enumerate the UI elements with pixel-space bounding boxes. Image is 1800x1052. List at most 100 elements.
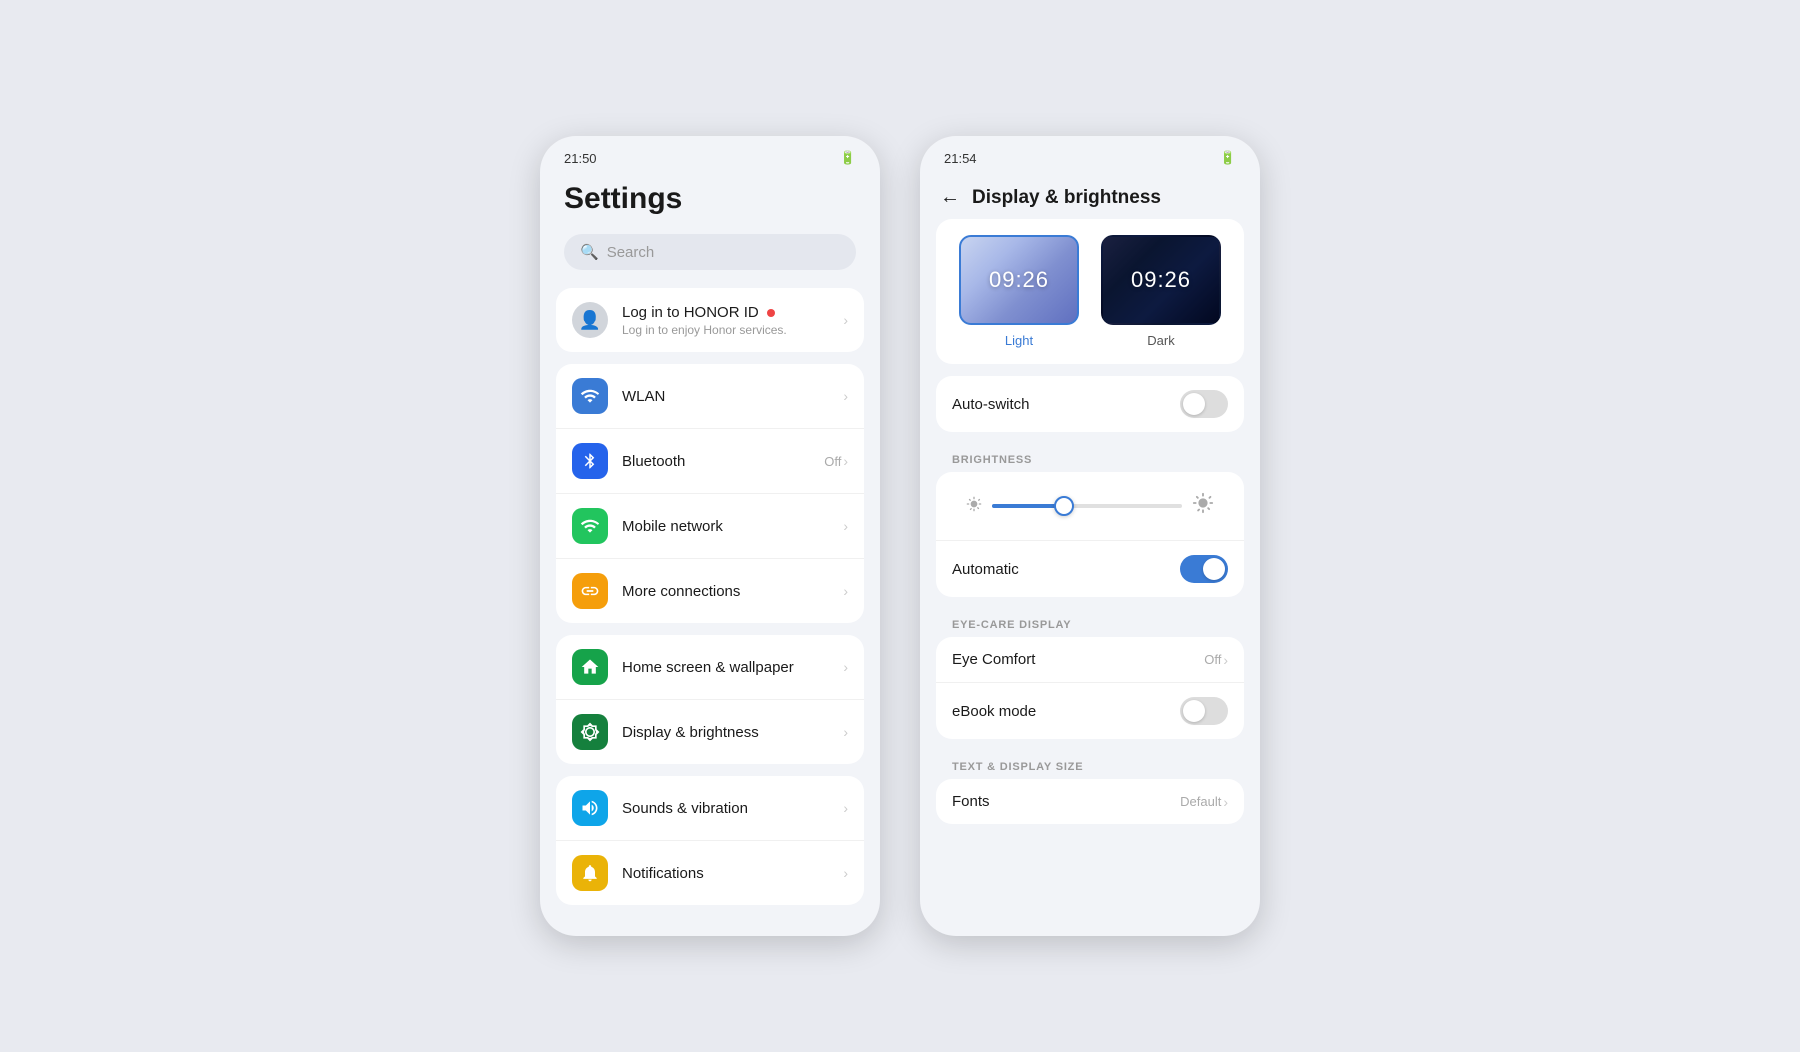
- bluetooth-status: Off: [824, 454, 841, 469]
- account-card: 👤 Log in to HONOR ID Log in to enjoy Hon…: [556, 288, 864, 352]
- home-screen-content: Home screen & wallpaper: [622, 659, 843, 676]
- theme-dark-label: Dark: [1147, 333, 1174, 348]
- display-phone: 21:54 🔋 ← Display & brightness 09:26 Lig…: [920, 136, 1260, 936]
- home-screen-label: Home screen & wallpaper: [622, 659, 843, 676]
- auto-switch-item: Auto-switch: [936, 376, 1244, 432]
- display-brightness-item[interactable]: Display & brightness ›: [556, 700, 864, 764]
- bluetooth-right: Off ›: [824, 453, 848, 469]
- sounds-label: Sounds & vibration: [622, 800, 843, 817]
- time-right: 21:54: [944, 151, 977, 166]
- mobile-network-content: Mobile network: [622, 518, 843, 535]
- notifications-content: Notifications: [622, 865, 843, 882]
- sounds-icon: [572, 790, 608, 826]
- automatic-knob: [1203, 558, 1225, 580]
- home-screen-item[interactable]: Home screen & wallpaper ›: [556, 635, 864, 700]
- honor-id-content: Log in to HONOR ID Log in to enjoy Honor…: [622, 304, 843, 337]
- more-connections-chevron: ›: [843, 583, 848, 599]
- brightness-slider-track[interactable]: [992, 504, 1182, 508]
- theme-dark-option[interactable]: 09:26 Dark: [1098, 235, 1224, 348]
- network-group-card: WLAN › Bluetooth Off ›: [556, 364, 864, 623]
- bluetooth-chevron: ›: [843, 453, 848, 469]
- display-brightness-chevron: ›: [843, 724, 848, 740]
- status-bar-left: 21:50 🔋: [540, 136, 880, 172]
- brightness-slider-item: [936, 472, 1244, 541]
- bluetooth-content: Bluetooth: [622, 453, 824, 470]
- theme-light-label: Light: [1005, 333, 1033, 348]
- time-left: 21:50: [564, 151, 597, 166]
- notifications-chevron: ›: [843, 865, 848, 881]
- brightness-high-icon: [1192, 492, 1214, 520]
- notification-dot: [767, 309, 775, 317]
- text-display-card: Fonts Default ›: [936, 779, 1244, 824]
- ebook-toggle[interactable]: [1180, 697, 1228, 725]
- fonts-value: Default: [1180, 794, 1221, 809]
- display-brightness-label: Display & brightness: [622, 724, 843, 741]
- status-bar-right: 21:54 🔋: [920, 136, 1260, 172]
- ebook-mode-item: eBook mode: [936, 683, 1244, 739]
- notifications-item[interactable]: Notifications ›: [556, 841, 864, 905]
- more-connections-icon: [572, 573, 608, 609]
- notifications-icon: [572, 855, 608, 891]
- battery-icon-left: 🔋: [840, 150, 856, 166]
- settings-phone: 21:50 🔋 Settings 🔍 Search 👤 Log in to HO…: [540, 136, 880, 936]
- wlan-icon: [572, 378, 608, 414]
- eye-comfort-right: Off ›: [1204, 652, 1228, 668]
- automatic-label: Automatic: [952, 561, 1180, 578]
- audio-group-card: Sounds & vibration › Notifications ›: [556, 776, 864, 905]
- display-brightness-icon: [572, 714, 608, 750]
- eye-comfort-value: Off: [1204, 652, 1221, 667]
- back-button[interactable]: ←: [940, 186, 960, 209]
- bluetooth-item[interactable]: Bluetooth Off ›: [556, 429, 864, 494]
- automatic-toggle[interactable]: [1180, 555, 1228, 583]
- eye-care-card: Eye Comfort Off › eBook mode: [936, 637, 1244, 739]
- more-connections-label: More connections: [622, 583, 843, 600]
- wlan-content: WLAN: [622, 388, 843, 405]
- theme-light-option[interactable]: 09:26 Light: [956, 235, 1082, 348]
- more-connections-content: More connections: [622, 583, 843, 600]
- wlan-label: WLAN: [622, 388, 843, 405]
- search-bar[interactable]: 🔍 Search: [564, 234, 856, 270]
- automatic-item: Automatic: [936, 541, 1244, 597]
- brightness-slider-thumb: [1054, 496, 1074, 516]
- fonts-label: Fonts: [952, 793, 1180, 810]
- display-page-title: Display & brightness: [972, 187, 1161, 209]
- fonts-chevron: ›: [1223, 794, 1228, 810]
- fonts-right: Default ›: [1180, 794, 1228, 810]
- home-screen-icon: [572, 649, 608, 685]
- theme-light-time: 09:26: [989, 267, 1049, 293]
- honor-id-item[interactable]: 👤 Log in to HONOR ID Log in to enjoy Hon…: [556, 288, 864, 352]
- search-icon: 🔍: [580, 243, 599, 261]
- sounds-chevron: ›: [843, 800, 848, 816]
- auto-switch-knob: [1183, 393, 1205, 415]
- more-connections-item[interactable]: More connections ›: [556, 559, 864, 623]
- auto-switch-label: Auto-switch: [952, 396, 1180, 413]
- bluetooth-label: Bluetooth: [622, 453, 824, 470]
- text-display-section-header: TEXT & DISPLAY SIZE: [920, 751, 1260, 779]
- settings-title: Settings: [540, 172, 880, 234]
- avatar: 👤: [572, 302, 608, 338]
- honor-id-subtitle: Log in to enjoy Honor services.: [622, 323, 843, 337]
- fonts-item[interactable]: Fonts Default ›: [936, 779, 1244, 824]
- mobile-network-chevron: ›: [843, 518, 848, 534]
- auto-switch-card: Auto-switch: [936, 376, 1244, 432]
- mobile-network-icon: [572, 508, 608, 544]
- home-screen-chevron: ›: [843, 659, 848, 675]
- notifications-label: Notifications: [622, 865, 843, 882]
- theme-dark-time: 09:26: [1131, 267, 1191, 293]
- wlan-item[interactable]: WLAN ›: [556, 364, 864, 429]
- wlan-chevron: ›: [843, 388, 848, 404]
- sounds-item[interactable]: Sounds & vibration ›: [556, 776, 864, 841]
- eye-comfort-chevron: ›: [1223, 652, 1228, 668]
- chevron-icon: ›: [843, 312, 848, 328]
- auto-switch-toggle[interactable]: [1180, 390, 1228, 418]
- bluetooth-icon: [572, 443, 608, 479]
- theme-selector: 09:26 Light 09:26 Dark: [936, 219, 1244, 364]
- ebook-label: eBook mode: [952, 703, 1180, 720]
- mobile-network-item[interactable]: Mobile network ›: [556, 494, 864, 559]
- brightness-card: Automatic: [936, 472, 1244, 597]
- eye-comfort-item[interactable]: Eye Comfort Off ›: [936, 637, 1244, 683]
- theme-light-preview: 09:26: [959, 235, 1079, 325]
- brightness-row: [950, 482, 1230, 530]
- honor-id-title: Log in to HONOR ID: [622, 304, 843, 321]
- display-group-card: Home screen & wallpaper › Display & brig…: [556, 635, 864, 764]
